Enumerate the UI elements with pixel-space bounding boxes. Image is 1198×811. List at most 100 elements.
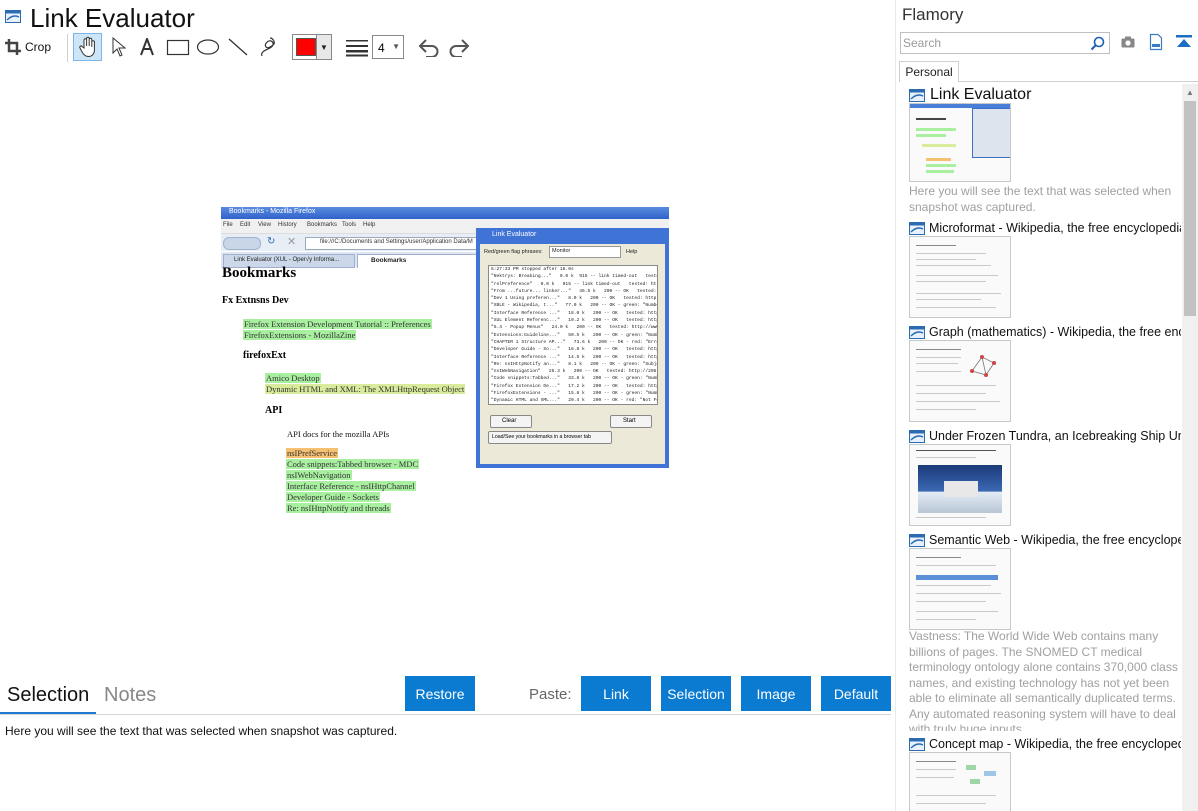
thumb-line — [916, 393, 986, 394]
thumb-line — [916, 611, 998, 612]
redo-button[interactable] — [445, 33, 473, 61]
card-title[interactable]: Microformat - Wikipedia, the free encycl… — [929, 221, 1181, 235]
card-description: Vastness: The World Wide Web contains ma… — [909, 629, 1178, 731]
thumb-line — [916, 803, 986, 804]
card-title[interactable]: Link Evaluator — [930, 86, 1180, 104]
thumb-node — [966, 765, 976, 770]
tab-row-divider — [959, 81, 1198, 82]
thumb-line — [916, 619, 976, 620]
snapshot-menu-bookmarks: Bookmarks — [307, 222, 338, 228]
flamory-title: Flamory — [902, 5, 964, 24]
card-title[interactable]: Semantic Web - Wikipedia, the free encyc… — [929, 533, 1181, 547]
thumb-line — [916, 777, 954, 778]
undo-icon — [418, 39, 439, 57]
snapshot-log-line: "Re: nsIHttpNotify an..." 8.1 k 200 -- O… — [491, 361, 658, 367]
ellipse-tool-button[interactable] — [195, 33, 221, 61]
document-icon — [1149, 33, 1163, 51]
crop-button[interactable]: Crop — [4, 33, 62, 61]
line-tool-button[interactable] — [226, 33, 250, 61]
snapshot-link: Dynamic HTML and XML: The XMLHttpRequest… — [265, 384, 466, 394]
paste-selection-button[interactable]: Selection — [661, 676, 731, 711]
snapshot-log-line: "Code snippets:Tabbed..." 33.8 k 200 -- … — [491, 376, 658, 382]
paste-link-button[interactable]: Link — [581, 676, 651, 711]
snapshot-dialog-load-label: Load/See your bookmarks in a browser tab — [492, 434, 591, 440]
select-tool-button[interactable] — [106, 33, 132, 61]
tab-personal[interactable]: Personal — [899, 61, 959, 82]
paste-default-button[interactable]: Default — [821, 676, 891, 711]
thumb-line — [926, 170, 954, 173]
card-thumbnail[interactable] — [909, 548, 1011, 630]
color-picker[interactable]: ▼ — [292, 34, 332, 60]
snapshot-dialog-log: 5:27:33 PM stopped after 18.0s "Nektrys: … — [488, 265, 658, 405]
tab-selection[interactable]: Selection — [7, 684, 89, 707]
scrollbar-thumb[interactable] — [1184, 101, 1196, 316]
rectangle-tool-button[interactable] — [165, 33, 191, 61]
snapshot-log-line: "Firefox Extension De..." 17.2 k 200 -- … — [491, 383, 658, 389]
card-thumbnail[interactable] — [909, 752, 1011, 811]
thumb-line — [916, 293, 1001, 294]
card-thumbnail[interactable] — [909, 444, 1011, 526]
restore-button[interactable]: Restore — [405, 676, 475, 711]
page-icon — [909, 89, 925, 102]
camera-icon — [1121, 36, 1135, 48]
thumb-line — [916, 585, 991, 586]
line-icon — [228, 38, 248, 56]
thumb-line — [916, 349, 961, 350]
card-thumbnail[interactable] — [909, 236, 1011, 318]
window-title: Link Evaluator — [30, 3, 195, 33]
snapshot-link: Developer Guide - Sockets — [286, 492, 380, 502]
snapshot-link: FirefoxExtensions - MozillaZine — [243, 330, 357, 340]
collapse-top-button[interactable] — [1175, 33, 1193, 56]
snapshot-dialog-start-label: Start — [623, 418, 636, 424]
ellipse-icon — [196, 39, 220, 55]
snapshot-bookmarks-heading: Bookmarks — [222, 265, 297, 281]
chevron-down-icon: ▼ — [316, 35, 331, 59]
snapshot-menu-view: View — [258, 222, 271, 228]
camera-button[interactable] — [1120, 34, 1136, 55]
search-icon[interactable] — [1090, 36, 1105, 51]
move-to-top-icon — [1176, 35, 1192, 47]
color-swatch — [296, 38, 316, 56]
snapshot-log-line: "Interface Reference ..." 18.0 k 200 -- … — [491, 310, 658, 316]
thumb-line — [916, 299, 981, 300]
freehand-tool-button[interactable] — [256, 33, 280, 61]
search-input[interactable] — [903, 35, 1083, 51]
snapshot-dialog-field: Monitor — [549, 246, 621, 258]
thumb-line — [916, 601, 986, 602]
snapshot-dialog-start: Start — [610, 415, 652, 428]
thumb-line — [916, 517, 986, 518]
hand-icon — [78, 36, 95, 58]
arrow-pointer-icon — [112, 37, 127, 57]
snapshot-dialog-body: Red/green flag phrases: Monitor Help 5:2… — [480, 244, 665, 464]
snapshot-log-line: "CHAPTER 1 Structure AP..." 73.6 k 200 -… — [491, 339, 658, 345]
card-title[interactable]: Concept map - Wikipedia, the free encycl… — [929, 737, 1181, 751]
text-tool-button[interactable] — [136, 33, 158, 61]
undo-button[interactable] — [415, 33, 443, 61]
thumb-line — [926, 158, 951, 161]
document-button[interactable] — [1148, 33, 1164, 56]
scroll-up-arrow-icon[interactable]: ▲ — [1182, 84, 1198, 100]
snapshot-image[interactable]: Bookmarks - Mozilla Firefox File Edit Vi… — [221, 207, 669, 517]
paste-image-button[interactable]: Image — [741, 676, 811, 711]
thumb-line — [916, 795, 996, 796]
snapshot-link: Interface Reference - nsIHttpChannel — [286, 481, 416, 491]
tab-divider — [0, 714, 891, 715]
card-thumbnail[interactable] — [909, 103, 1011, 182]
card-thumbnail[interactable] — [909, 340, 1011, 422]
snapshot-log-line: "FirefoxExtensions - ..." 15.8 k 200 -- … — [491, 391, 658, 397]
card-title[interactable]: Graph (mathematics) - Wikipedia, the fre… — [929, 325, 1181, 339]
snapshot-link: Code snippets:Tabbed browser - MDC — [286, 459, 420, 469]
page-icon — [909, 430, 925, 443]
line-width-icon — [346, 40, 368, 57]
snapshot-address-text: file:///C:/Documents and Settings/user/A… — [320, 239, 473, 245]
page-icon — [909, 326, 925, 339]
snapshot-titlebar: Bookmarks - Mozilla Firefox — [221, 207, 669, 219]
pan-tool-button[interactable] — [73, 33, 102, 61]
card-title[interactable]: Under Frozen Tundra, an Icebreaking Ship… — [929, 429, 1181, 443]
thumb-line — [916, 128, 956, 131]
thumb-line — [916, 118, 946, 120]
sidebar-scrollbar[interactable]: ▲ — [1182, 84, 1198, 811]
tab-notes[interactable]: Notes — [104, 684, 156, 707]
snapshot-dialog-clear: Clear — [490, 415, 532, 428]
line-width-select[interactable]: 4 ▼ — [372, 35, 404, 59]
